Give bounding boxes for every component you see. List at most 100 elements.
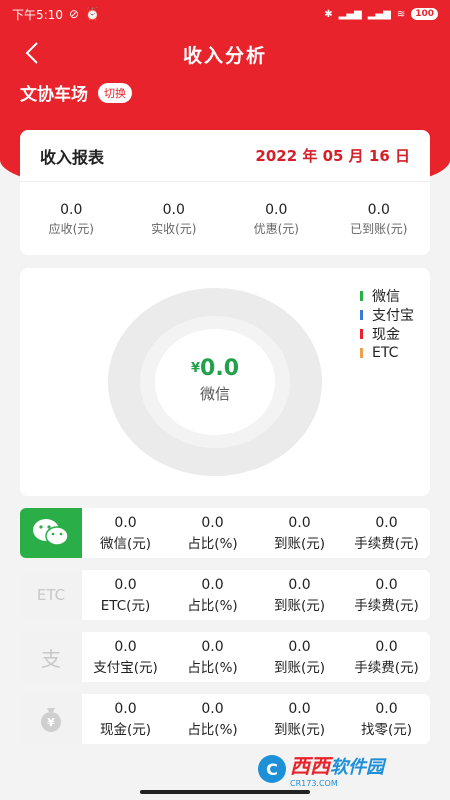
payment-cells: 0.0 微信(元) 0.0 占比(%) 0.0 到账(元) 0.0 手续费(元) — [82, 515, 430, 552]
payment-value: 0.0 — [114, 576, 137, 593]
payment-cell: 0.0 微信(元) — [82, 515, 169, 552]
payment-value: 0.0 — [288, 638, 311, 655]
legend-item-cash[interactable]: 现金 — [360, 324, 414, 343]
payment-cells: 0.0 现金(元) 0.0 占比(%) 0.0 到账(元) 0.0 找零(元) — [82, 701, 430, 738]
legend-mark-cash — [360, 328, 363, 339]
status-bar: 下午5:10 ⊘ ⏰ ✱ ▂▄▆ ▂▄▆ ≋ 100 — [0, 0, 450, 28]
payment-label: 现金(元) — [99, 721, 152, 738]
payment-label: ETC(元) — [100, 597, 151, 614]
legend-item-wechat[interactable]: 微信 — [360, 286, 414, 305]
report-title: 收入报表 — [40, 147, 105, 167]
payment-value: 0.0 — [114, 514, 137, 531]
payment-value: 0.0 — [114, 700, 137, 717]
payment-value: 0.0 — [201, 638, 224, 655]
stat-label: 优惠(元) — [253, 222, 299, 236]
legend-item-etc[interactable]: ETC — [360, 343, 414, 362]
payment-label: 到账(元) — [273, 597, 326, 614]
donut-center-label: 微信 — [199, 385, 230, 403]
payment-cell: 0.0 支付宝(元) — [82, 639, 169, 676]
status-time: 下午5:10 — [12, 7, 63, 22]
chart-legend: 微信 支付宝 现金 ETC — [360, 286, 414, 362]
payment-cell: 0.0 占比(%) — [169, 515, 256, 552]
payment-cell: 0.0 现金(元) — [82, 701, 169, 738]
page-title: 收入分析 — [182, 44, 267, 67]
stat-value: 0.0 — [60, 202, 83, 218]
payment-row-wechat[interactable]: 0.0 微信(元) 0.0 占比(%) 0.0 到账(元) 0.0 手续费(元) — [20, 508, 430, 558]
cash-bag-icon: ¥ — [20, 694, 82, 744]
wechat-glyph — [33, 519, 69, 546]
donut-center-value: ¥0.0 — [108, 356, 322, 381]
payment-value: 0.0 — [201, 700, 224, 717]
wifi-icon: ≋ — [396, 8, 406, 20]
battery-icon: 100 — [411, 8, 438, 20]
stat-label: 已到账(元) — [350, 222, 408, 236]
stat-label: 应收(元) — [48, 222, 94, 236]
payment-cells: 0.0 支付宝(元) 0.0 占比(%) 0.0 到账(元) 0.0 手续费(元) — [82, 639, 430, 676]
signal-icon-2: ▂▄▆ — [367, 8, 391, 20]
stat-arrived: 0.0 已到账(元) — [334, 202, 424, 237]
payment-label: 到账(元) — [273, 659, 326, 676]
legend-label: 微信 — [372, 288, 400, 305]
payment-cell: 0.0 找零(元) — [343, 701, 430, 738]
payment-cell: 0.0 占比(%) — [169, 639, 256, 676]
payment-cell: 0.0 到账(元) — [256, 639, 343, 676]
chevron-left-icon — [25, 42, 38, 64]
etc-icon: ETC — [20, 570, 82, 620]
payment-value: 0.0 — [288, 576, 311, 593]
legend-mark-alipay — [360, 309, 363, 320]
payment-value: 0.0 — [201, 576, 224, 593]
legend-label: 现金 — [372, 326, 400, 343]
payment-label: 到账(元) — [273, 535, 326, 552]
payment-label: 手续费(元) — [354, 659, 419, 676]
home-indicator[interactable] — [140, 790, 310, 794]
payment-row-cash[interactable]: ¥ 0.0 现金(元) 0.0 占比(%) 0.0 到账(元) 0.0 找零(元) — [20, 694, 430, 744]
payment-cell: 0.0 占比(%) — [169, 701, 256, 738]
report-stats: 0.0 应收(元) 0.0 实收(元) 0.0 优惠(元) 0.0 已到账(元) — [20, 182, 430, 237]
payment-label: 手续费(元) — [354, 535, 419, 552]
stat-discount: 0.0 优惠(元) — [231, 202, 321, 237]
center-amount: 0.0 — [200, 356, 240, 381]
bluetooth-icon: ✱ — [324, 8, 333, 20]
store-name: 文协车场 — [20, 85, 88, 105]
payment-value: 0.0 — [375, 576, 398, 593]
payment-value: 0.0 — [375, 700, 398, 717]
payment-row-etc[interactable]: ETC 0.0 ETC(元) 0.0 占比(%) 0.0 到账(元) 0.0 手续费(元… — [20, 570, 430, 620]
payment-cell: 0.0 到账(元) — [256, 701, 343, 738]
nav-bar: 收入分析 — [0, 34, 450, 74]
payment-value: 0.0 — [375, 638, 398, 655]
alipay-icon-text: 支 — [41, 646, 61, 671]
stat-receivable: 0.0 应收(元) — [26, 202, 116, 237]
etc-icon-text: ETC — [36, 586, 66, 604]
watermark-text: 西西 — [290, 754, 330, 778]
payment-cells: 0.0 ETC(元) 0.0 占比(%) 0.0 到账(元) 0.0 手续费(元) — [82, 577, 430, 614]
payment-value: 0.0 — [201, 514, 224, 531]
mute-icon: ⊘ — [68, 7, 80, 21]
wechat-icon — [20, 508, 82, 558]
payment-cell: 0.0 占比(%) — [169, 577, 256, 614]
stat-value: 0.0 — [162, 202, 185, 218]
stat-value: 0.0 — [367, 202, 390, 218]
legend-label: ETC — [372, 344, 399, 361]
payment-cell: 0.0 手续费(元) — [343, 639, 430, 676]
payment-value: 0.0 — [375, 514, 398, 531]
report-date-picker[interactable]: 2022 年 05 月 16 日 — [255, 145, 410, 166]
payment-label: 微信(元) — [99, 535, 152, 552]
payment-label: 占比(%) — [187, 659, 238, 676]
watermark-badge: C — [258, 755, 286, 783]
currency-symbol: ¥ — [190, 361, 201, 376]
payment-value: 0.0 — [288, 514, 311, 531]
payment-label: 手续费(元) — [354, 597, 419, 614]
payment-cell: 0.0 手续费(元) — [343, 515, 430, 552]
switch-store-button[interactable]: 切换 — [98, 82, 132, 103]
payment-cell: 0.0 ETC(元) — [82, 577, 169, 614]
donut-center: ¥0.0 微信 — [108, 356, 322, 404]
payment-label: 占比(%) — [187, 721, 238, 738]
legend-item-alipay[interactable]: 支付宝 — [360, 305, 414, 324]
payment-row-alipay[interactable]: 支 0.0 支付宝(元) 0.0 占比(%) 0.0 到账(元) 0.0 手续费(元) — [20, 632, 430, 682]
back-button[interactable] — [18, 38, 48, 68]
payment-cell: 0.0 到账(元) — [256, 515, 343, 552]
income-report-card: 收入报表 2022 年 05 月 16 日 0.0 应收(元) 0.0 实收(元… — [20, 130, 430, 255]
legend-mark-etc — [360, 347, 363, 358]
stat-value: 0.0 — [265, 202, 288, 218]
store-selector: 文协车场 切换 — [20, 80, 132, 105]
